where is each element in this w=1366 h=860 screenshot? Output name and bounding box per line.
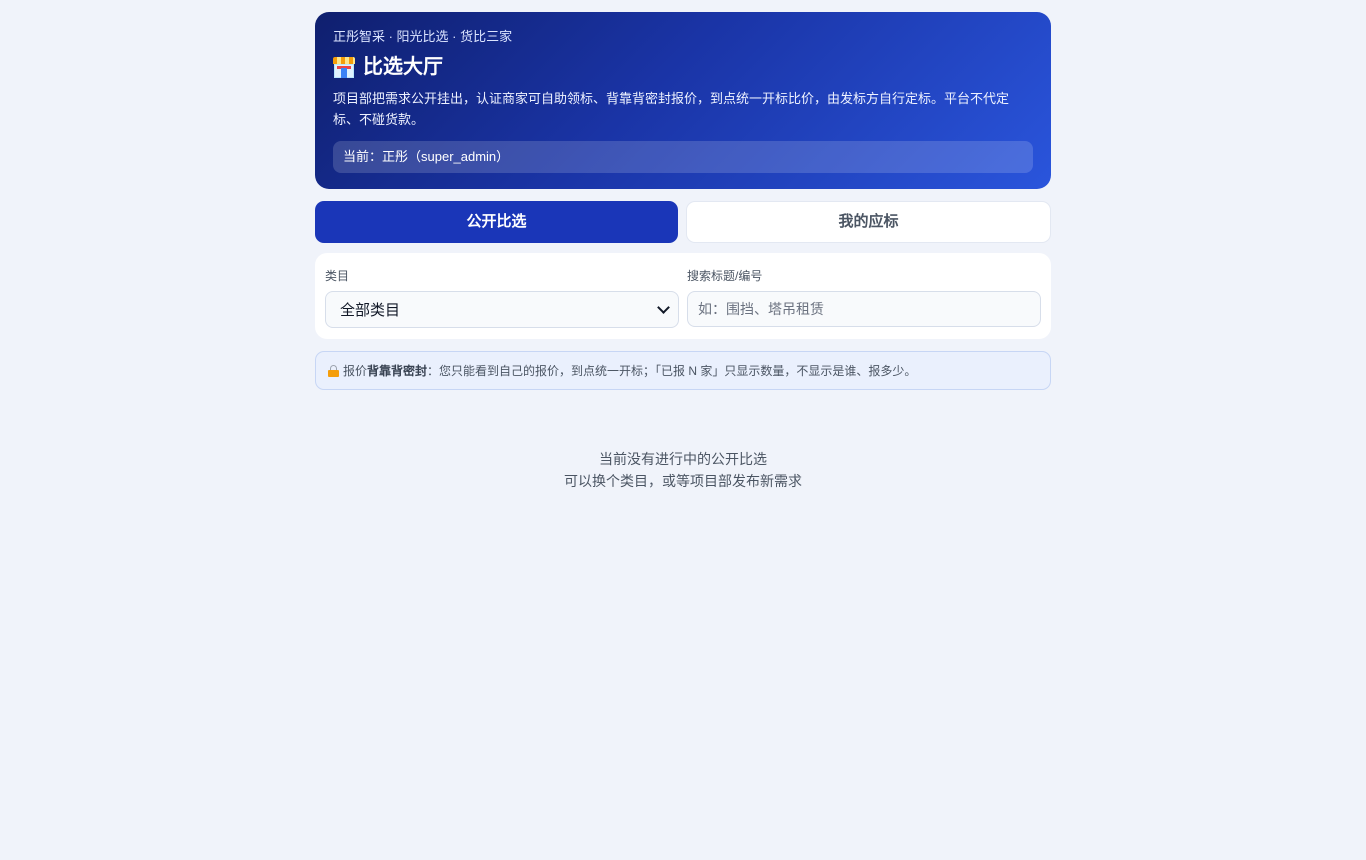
category-label: 类目 <box>325 269 350 283</box>
convenience-store-icon <box>333 56 355 78</box>
search-label: 搜索标题/编号 <box>687 269 763 283</box>
hero-description: 项目部把需求公开挂出，认证商家可自助领标、背靠背密封报价，到点统一开标比价，由发… <box>333 91 1010 127</box>
empty-state-hint: 可以换个类目，或等项目部发布新需求 <box>564 473 802 489</box>
category-select[interactable]: 全部类目 <box>325 291 679 328</box>
notice-text: ：您只能看到自己的报价，到点统一开标；「已报 N 家」只显示数量，不显示是谁、报… <box>427 364 917 378</box>
chevron-down-icon <box>657 301 670 314</box>
search-input[interactable] <box>687 291 1041 327</box>
category-select-value: 全部类目 <box>340 302 401 319</box>
page-title: 比选大厅 <box>333 54 1033 80</box>
tab-bar: 公开比选 我的应标 <box>315 201 1051 243</box>
notice-emphasis: 背靠背密封 <box>367 364 428 378</box>
category-field: 类目 全部类目 <box>325 268 679 339</box>
empty-state: 当前没有进行中的公开比选 可以换个类目，或等项目部发布新需求 <box>315 448 1051 492</box>
tab-my-bids[interactable]: 我的应标 <box>686 201 1051 243</box>
hero-banner: 正彤智采 · 阳光比选 · 货比三家 比选大厅 项目部把需求公开挂出，认证商家可… <box>315 12 1051 189</box>
page-title-text: 比选大厅 <box>363 56 443 78</box>
page-container: 正彤智采 · 阳光比选 · 货比三家 比选大厅 项目部把需求公开挂出，认证商家可… <box>315 12 1051 492</box>
current-user-badge: 当前：正彤（super_admin） <box>333 141 1033 173</box>
lock-icon <box>328 364 339 377</box>
tab-public-selection[interactable]: 公开比选 <box>315 201 678 243</box>
notice-prefix: 报价 <box>343 364 368 378</box>
search-field: 搜索标题/编号 <box>687 268 1041 339</box>
sealed-bid-notice: 报价 背靠背密封 ：您只能看到自己的报价，到点统一开标；「已报 N 家」只显示数量，… <box>315 351 1051 390</box>
empty-state-title: 当前没有进行中的公开比选 <box>599 451 767 467</box>
hero-tagline: 正彤智采 · 阳光比选 · 货比三家 <box>333 29 513 44</box>
filter-panel: 类目 全部类目 搜索标题/编号 <box>315 253 1051 339</box>
